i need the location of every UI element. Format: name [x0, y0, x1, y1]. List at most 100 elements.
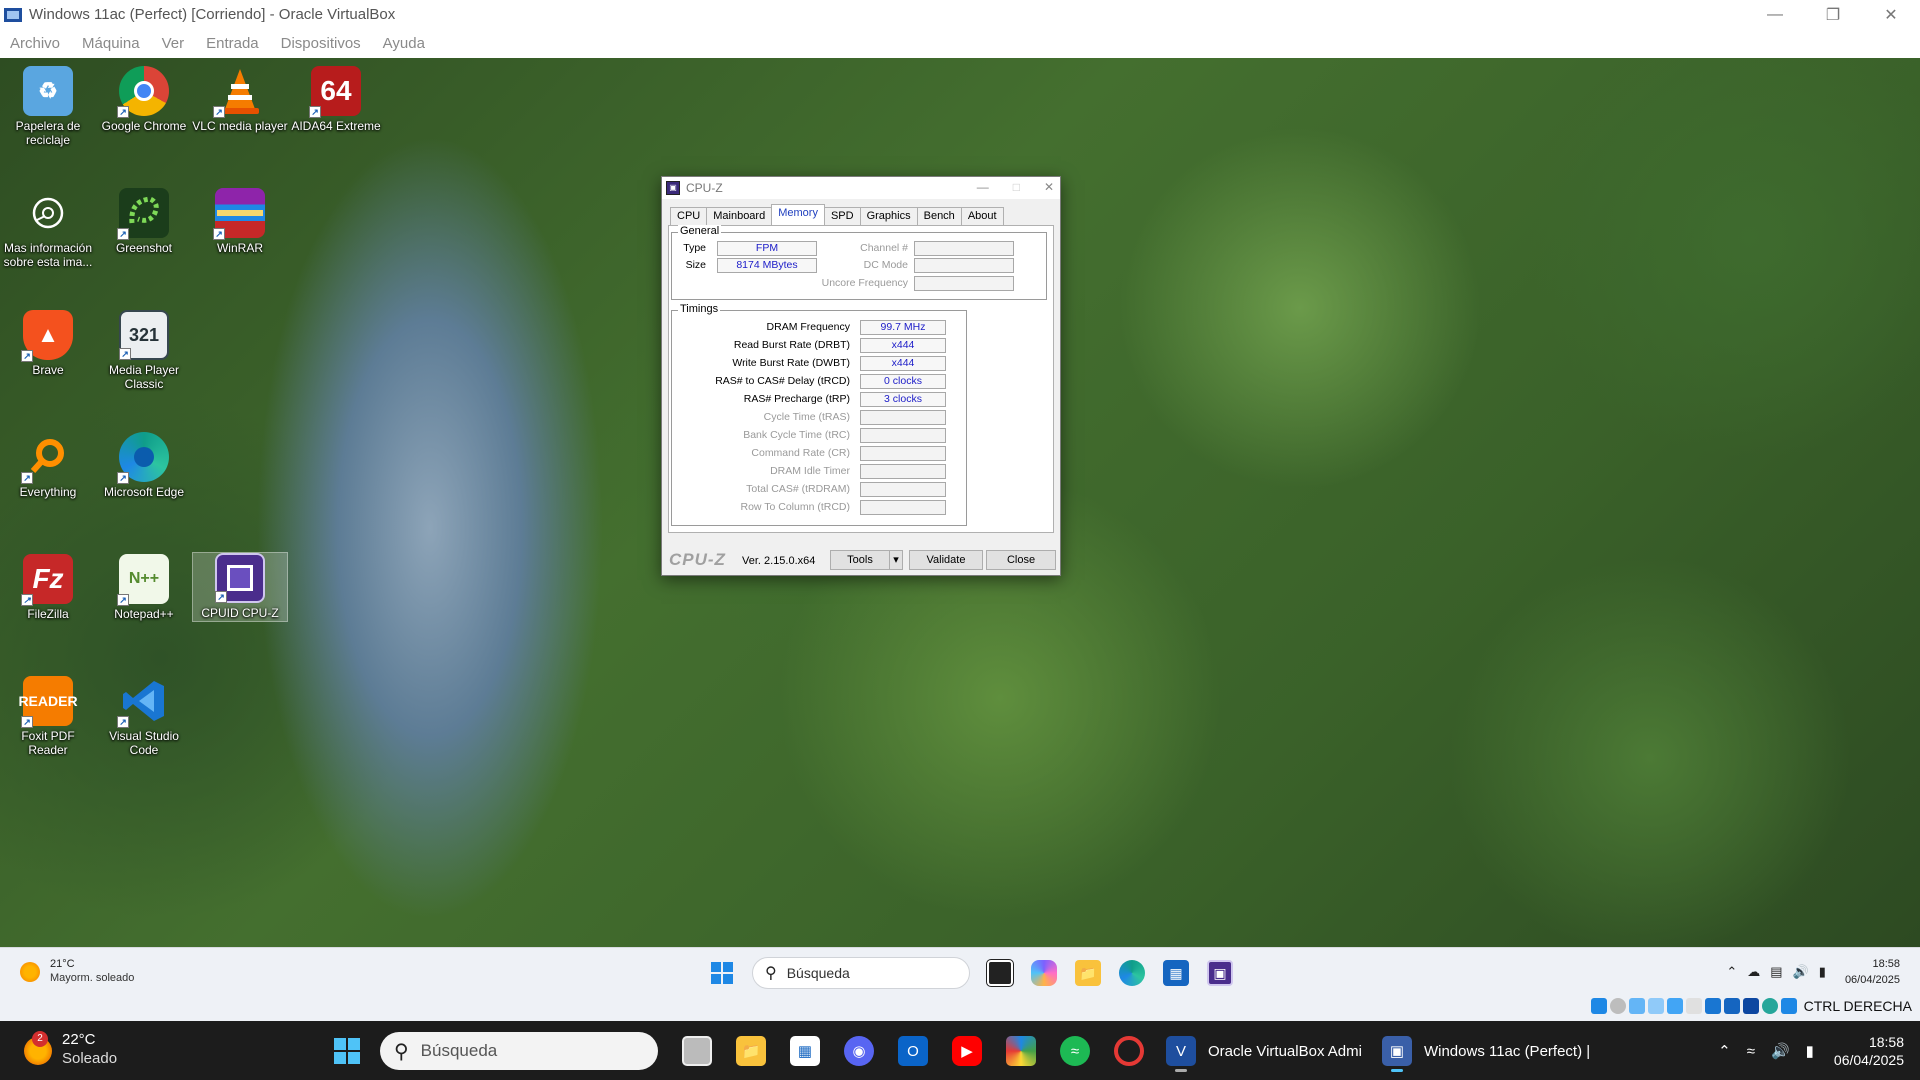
spotify-icon[interactable]: ≈	[1060, 1036, 1090, 1066]
file-explorer-icon[interactable]: 📁	[1075, 960, 1101, 986]
tab-memory[interactable]: Memory	[771, 204, 825, 225]
host-clock[interactable]: 18:58 06/04/2025	[1834, 1033, 1904, 1069]
youtube-icon[interactable]: ▶	[952, 1036, 982, 1066]
audio-icon[interactable]	[1628, 998, 1645, 1014]
menu-entrada[interactable]: Entrada	[206, 35, 259, 52]
store-icon[interactable]: ▦	[1163, 960, 1189, 986]
minimize-button[interactable]: —	[1746, 0, 1804, 29]
guest-weather-widget[interactable]: 21°C Mayorm. soleado	[20, 958, 134, 984]
timing-value: 0 clocks	[860, 374, 946, 389]
microsoft-365-icon[interactable]	[1006, 1036, 1036, 1066]
taskbar-app-virtualbox-manager[interactable]: V Oracle VirtualBox Admi	[1166, 1036, 1362, 1072]
discord-icon[interactable]: ◉	[844, 1036, 874, 1066]
display-icon[interactable]	[1704, 998, 1721, 1014]
desktop-icon-everything[interactable]: ↗ Everything	[0, 432, 96, 499]
close-button[interactable]: ✕	[1862, 0, 1920, 29]
timing-label: Row To Column (tRCD)	[740, 501, 851, 513]
timing-value: 99.7 MHz	[860, 320, 946, 335]
task-view-icon[interactable]	[986, 959, 1014, 987]
dc-mode-label: DC Mode	[863, 259, 908, 271]
desktop-icon-recycle-bin[interactable]: ♻ Papelera de reciclaje	[0, 66, 96, 147]
cpuz-titlebar[interactable]: ▣ CPU-Z — □ ✕	[662, 177, 1060, 199]
tools-dropdown-icon[interactable]: ▾	[889, 550, 903, 570]
battery-icon[interactable]: ▮	[1819, 964, 1826, 980]
recording-icon[interactable]	[1723, 998, 1740, 1014]
tab-spd[interactable]: SPD	[823, 207, 861, 225]
file-explorer-icon[interactable]: 📁	[736, 1036, 766, 1066]
start-icon[interactable]	[709, 960, 735, 986]
vt-x-icon[interactable]	[1742, 998, 1759, 1014]
cpuz-minimize-button[interactable]: —	[977, 180, 989, 194]
wifi-icon[interactable]: ≈	[1747, 1043, 1755, 1060]
winrar-icon: ↗	[213, 188, 265, 240]
outlook-icon[interactable]: O	[898, 1036, 928, 1066]
desktop-icon-cpuz[interactable]: ↗ CPUID CPU-Z	[192, 552, 288, 622]
desktop-icon-info[interactable]: Mas información sobre esta ima...	[0, 188, 96, 269]
tab-cpu[interactable]: CPU	[670, 207, 708, 225]
host-weather-widget[interactable]: 2 22°C Soleado	[24, 1031, 117, 1067]
task-view-icon[interactable]	[682, 1036, 712, 1066]
keyboard-capture-icon[interactable]	[1780, 998, 1797, 1014]
cpuz-close-button[interactable]: ✕	[1044, 180, 1054, 194]
network-icon[interactable]: ▤	[1770, 964, 1782, 980]
hard-disk-icon[interactable]	[1590, 998, 1607, 1014]
menu-maquina[interactable]: Máquina	[82, 35, 140, 52]
volume-icon[interactable]: 🔊	[1771, 1042, 1790, 1060]
battery-icon[interactable]: ▮	[1806, 1042, 1814, 1060]
tab-bench[interactable]: Bench	[916, 207, 962, 225]
chevron-up-icon[interactable]: ⌃	[1718, 1042, 1731, 1060]
mouse-integration-icon[interactable]	[1761, 998, 1778, 1014]
tab-graphics[interactable]: Graphics	[859, 207, 918, 225]
menu-dispositivos[interactable]: Dispositivos	[281, 35, 361, 52]
desktop-icon-mpc[interactable]: 321 ↗ Media Player Classic	[96, 310, 192, 391]
desktop-icon-winrar[interactable]: ↗ WinRAR	[192, 188, 288, 255]
close-button[interactable]: Close	[986, 550, 1056, 570]
menu-archivo[interactable]: Archivo	[10, 35, 60, 52]
guest-clock[interactable]: 18:58 06/04/2025	[1845, 956, 1900, 988]
desktop-icon-vlc[interactable]: ↗ VLC media player	[192, 66, 288, 133]
desktop-icon-brave[interactable]: ▲ ↗ Brave	[0, 310, 96, 377]
volume-icon[interactable]: 🔊	[1793, 964, 1809, 980]
guest-taskbar-center: ⚲ Búsqueda 📁 ▦ ▣	[700, 957, 1242, 989]
host-search-box[interactable]: ⚲ Búsqueda	[380, 1032, 658, 1070]
tab-about[interactable]: About	[960, 207, 1004, 225]
taskbar-app-vm-window[interactable]: ▣ Windows 11ac (Perfect) |	[1381, 1036, 1591, 1072]
cpuz-app-icon: ▣	[666, 181, 680, 195]
desktop-icon-notepadpp[interactable]: N++ ↗ Notepad++	[96, 554, 192, 621]
store-icon[interactable]: ▦	[790, 1036, 820, 1066]
taskbar-app-label: Windows 11ac (Perfect) |	[1423, 1042, 1591, 1060]
desktop-icon-chrome[interactable]: ↗ Google Chrome	[96, 66, 192, 133]
shared-folders-icon[interactable]	[1685, 998, 1702, 1014]
validate-button[interactable]: Validate	[909, 550, 983, 570]
menu-ver[interactable]: Ver	[162, 35, 185, 52]
menu-ayuda[interactable]: Ayuda	[383, 35, 425, 52]
desktop-icon-greenshot[interactable]: ↗ Greenshot	[96, 188, 192, 255]
edge-icon[interactable]	[1119, 960, 1145, 986]
desktop-icon-aida64[interactable]: 64 ↗ AIDA64 Extreme	[288, 66, 384, 133]
tab-mainboard[interactable]: Mainboard	[706, 207, 773, 225]
desktop-icon-filezilla[interactable]: Fz ↗ FileZilla	[0, 554, 96, 621]
start-icon[interactable]	[332, 1036, 362, 1066]
restore-button[interactable]: ❐	[1804, 0, 1862, 29]
copilot-icon[interactable]	[1031, 960, 1057, 986]
opera-icon[interactable]	[1114, 1036, 1144, 1066]
channel-value	[914, 241, 1014, 256]
general-group-title: General	[678, 225, 722, 237]
network-adapter-icon[interactable]	[1647, 998, 1664, 1014]
edge-icon: ↗	[117, 432, 169, 484]
cpuz-memory-panel: General Type FPM Size 8174 MBytes Channe…	[668, 225, 1054, 533]
usb-icon[interactable]	[1666, 998, 1683, 1014]
desktop-icon-foxit[interactable]: READER ↗ Foxit PDF Reader	[0, 676, 96, 757]
chevron-up-icon[interactable]: ⌃	[1726, 964, 1737, 980]
guest-search-box[interactable]: ⚲ Búsqueda	[752, 957, 970, 989]
cpuz-window: ▣ CPU-Z — □ ✕ CPU Mainboard Memory SPD G…	[661, 176, 1061, 576]
size-label: Size	[685, 259, 706, 271]
desktop-icon-edge[interactable]: ↗ Microsoft Edge	[96, 432, 192, 499]
cpuz-maximize-button[interactable]: □	[1013, 180, 1020, 194]
tools-button[interactable]: Tools	[830, 550, 890, 570]
optical-drive-icon[interactable]	[1609, 998, 1626, 1014]
cpuz-taskbar-icon[interactable]: ▣	[1207, 960, 1233, 986]
desktop-icon-vscode[interactable]: ↗ Visual Studio Code	[96, 676, 192, 757]
foxit-icon: READER ↗	[18, 676, 78, 728]
cloud-off-icon[interactable]: ☁	[1747, 964, 1760, 980]
